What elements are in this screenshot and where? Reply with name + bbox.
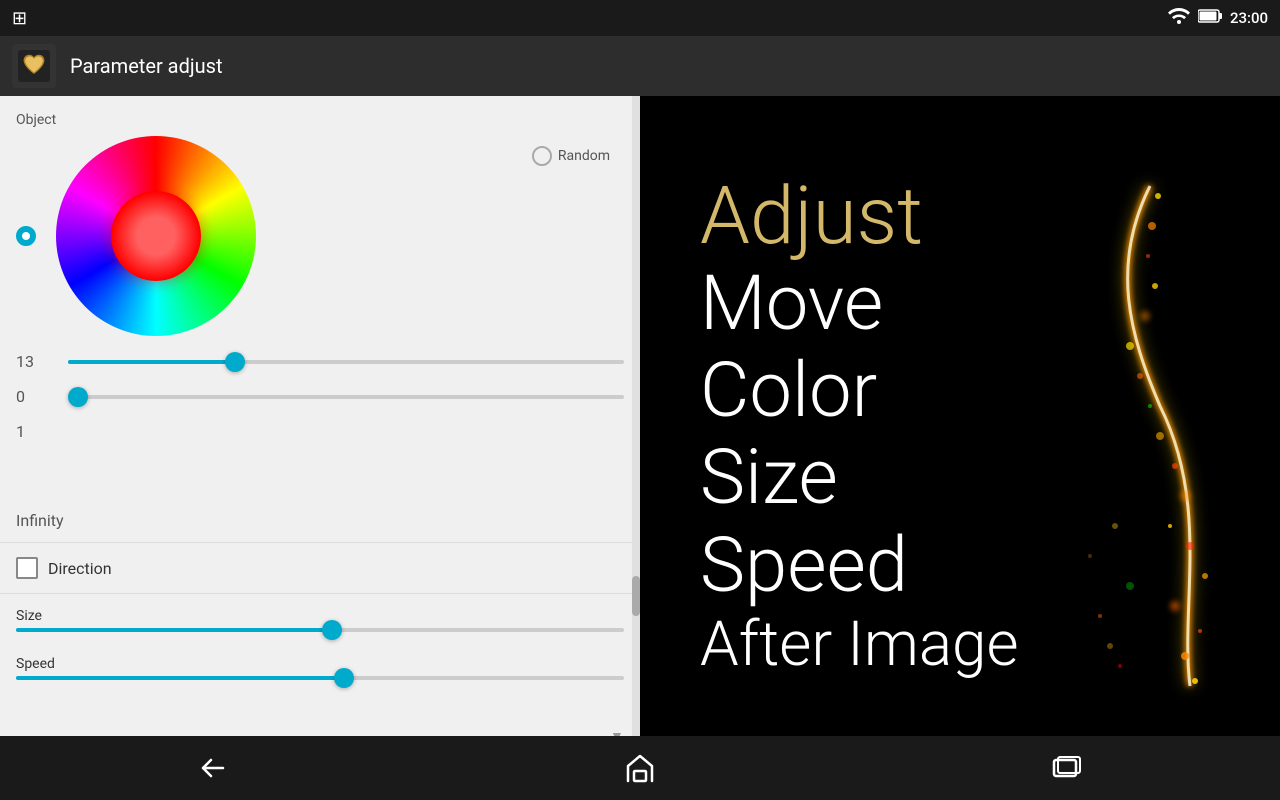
wifi-icon (1168, 8, 1190, 28)
radio-btn-inner (22, 232, 30, 240)
scroll-indicator (632, 96, 640, 736)
value-13: 13 (16, 352, 56, 371)
speed-slider-track[interactable] (16, 676, 624, 680)
word-afterimage: After Image (700, 609, 1019, 680)
recents-button[interactable] (1027, 746, 1107, 790)
right-panel: Adjust Move Color Size Speed After Image (640, 96, 1280, 756)
top-bar: Parameter adjust (0, 36, 1280, 96)
slider-row-13: 13 (0, 344, 640, 379)
app-title: Parameter adjust (70, 54, 223, 78)
slider-thumb-13[interactable] (225, 352, 245, 372)
random-radio[interactable] (532, 146, 552, 166)
slider-row-0: 0 (0, 379, 640, 414)
size-slider-thumb[interactable] (322, 620, 342, 640)
grid-icon: ⊞ (12, 8, 27, 29)
app-icon (12, 44, 56, 88)
slider-row-1: 1 (0, 414, 640, 449)
object-label: Object (0, 96, 640, 136)
value-0: 0 (16, 387, 56, 406)
status-bar: ⊞ 23:00 (0, 0, 1280, 36)
left-panel: Object Random (0, 96, 640, 756)
infinity-row: Infinity (0, 499, 640, 542)
speed-label: Speed (16, 656, 624, 672)
battery-icon (1198, 9, 1222, 27)
color-radio[interactable] (16, 226, 36, 246)
size-slider-track[interactable] (16, 628, 624, 632)
radio-btn-selected[interactable] (16, 226, 36, 246)
speed-slider-row: Speed (0, 650, 640, 686)
speed-slider-thumb[interactable] (334, 668, 354, 688)
infinity-label: Infinity (16, 511, 64, 530)
divider-2 (0, 593, 640, 594)
bottom-nav (0, 736, 1280, 800)
slider-fill-13 (68, 360, 235, 364)
direction-label: Direction (48, 559, 112, 578)
word-size: Size (700, 434, 838, 521)
main-content: Object Random (0, 96, 1280, 756)
size-slider-row: Size (0, 602, 640, 638)
word-color: Color (700, 347, 877, 434)
size-label: Size (16, 608, 624, 624)
value-1: 1 (16, 422, 56, 441)
slider-thumb-0[interactable] (68, 387, 88, 407)
random-label: Random (558, 148, 610, 164)
direction-checkbox[interactable] (16, 557, 38, 579)
word-move: Move (700, 260, 883, 347)
color-wheel-display[interactable] (56, 136, 256, 336)
word-adjust: Adjust (700, 172, 923, 260)
speed-slider-fill (16, 676, 344, 680)
size-slider-fill (16, 628, 332, 632)
time-display: 23:00 (1230, 9, 1268, 27)
slider-track-0[interactable] (68, 395, 624, 399)
color-section: Random (0, 136, 640, 336)
text-overlay: Adjust Move Color Size Speed After Image (640, 96, 1280, 756)
color-wheel[interactable] (56, 136, 256, 336)
home-button[interactable] (600, 746, 680, 790)
direction-row: Direction (0, 543, 640, 593)
back-button[interactable] (173, 746, 253, 790)
scroll-thumb[interactable] (632, 576, 640, 616)
word-speed: Speed (700, 522, 908, 609)
slider-track-13[interactable] (68, 360, 624, 364)
spacer (0, 449, 640, 499)
